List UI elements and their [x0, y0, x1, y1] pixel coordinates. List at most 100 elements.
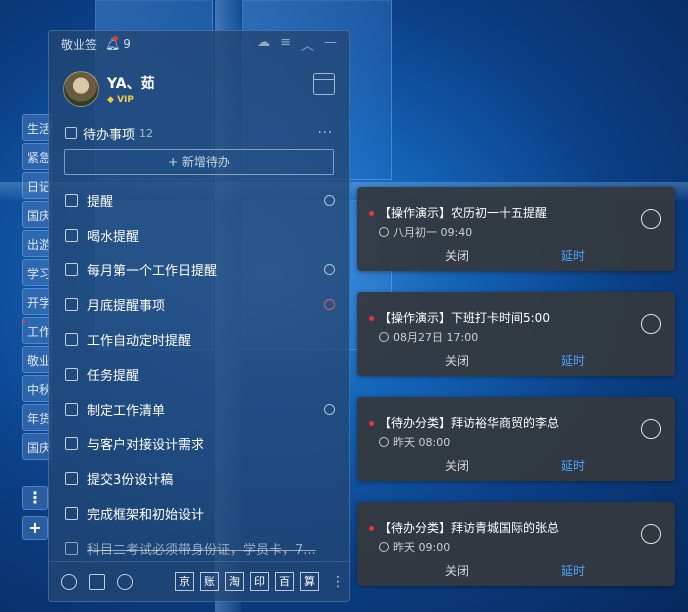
todo-item[interactable]: 每月第一个工作日提醒	[49, 253, 349, 288]
calendar-icon[interactable]	[313, 73, 335, 95]
reminder-time-text: 昨天 09:00	[393, 541, 451, 554]
reminder-card: 【待办分类】拜访裕华商贸的李总 昨天 08:00 关闭 延时	[357, 397, 675, 481]
todo-count: 12	[139, 126, 154, 140]
todo-item[interactable]: 与客户对接设计需求	[49, 427, 349, 462]
tool-baidu-button[interactable]: 百	[275, 572, 294, 591]
toolbar-more-button[interactable]: ⋮	[331, 574, 345, 590]
todo-item[interactable]: 喝水提醒	[49, 218, 349, 253]
todo-item[interactable]: 提醒	[49, 183, 349, 218]
todo-text: 喝水提醒	[87, 229, 140, 245]
reminder-time: 昨天 08:00	[379, 434, 450, 450]
quick-tools: 京 账 淘 印 百 算	[175, 572, 319, 591]
complete-circle-icon[interactable]	[641, 419, 661, 439]
search-icon[interactable]	[117, 573, 133, 590]
cloud-sync-icon[interactable]: ☁	[257, 35, 270, 54]
todo-text: 完成框架和初始设计	[87, 508, 205, 524]
todo-checkbox[interactable]	[65, 472, 78, 486]
todo-checkbox[interactable]	[65, 333, 78, 347]
notification-button[interactable]: 🔔︎ 9	[105, 36, 131, 51]
todo-checkbox[interactable]	[65, 263, 78, 277]
todo-item[interactable]: 完成框架和初始设计	[49, 496, 349, 531]
todo-checkbox[interactable]	[65, 437, 78, 451]
category-more-button[interactable]: ⋮	[22, 486, 48, 510]
vip-label: VIP	[117, 95, 134, 105]
menu-icon[interactable]: ≡	[280, 35, 291, 54]
todo-text: 提交3份设计稿	[87, 473, 174, 489]
reminder-time: 08月27日 17:00	[379, 329, 478, 345]
check-box-icon[interactable]	[89, 573, 105, 590]
priority-dot	[369, 211, 374, 216]
todo-checkbox[interactable]	[65, 541, 78, 555]
todo-item[interactable]: 提交3份设计稿	[49, 461, 349, 496]
todo-checkbox[interactable]	[65, 507, 78, 521]
repeat-icon	[379, 437, 389, 447]
reminder-card: 【待办分类】拜访青城国际的张总昨天 09:00 关闭 延时	[357, 502, 675, 586]
add-todo-button[interactable]: + 新增待办	[64, 149, 334, 175]
todo-widget: 敬业签 🔔︎ 9 ☁ ≡ ︿ — YA、茹 ◆ VIP 待办事项 12 ··· …	[48, 30, 350, 602]
reminder-time: 八月初一 09:40	[379, 224, 472, 240]
avatar[interactable]	[63, 71, 99, 107]
clock-icon[interactable]	[61, 573, 77, 590]
reminder-card: 【操作演示】下班打卡时间5:00 08月27日 17:00 关闭 延时	[357, 292, 675, 376]
app-title: 敬业签	[61, 37, 98, 52]
todo-checkbox[interactable]	[65, 298, 78, 312]
todo-item[interactable]: 制定工作清单	[49, 392, 349, 427]
vip-badge: ◆ VIP	[107, 95, 155, 105]
checklist-icon	[65, 127, 77, 139]
close-reminder-button[interactable]: 关闭	[445, 562, 469, 579]
todo-checkbox[interactable]	[65, 367, 78, 381]
diamond-icon: ◆	[107, 95, 114, 105]
reminder-time-text: 08月27日 17:00	[393, 331, 479, 344]
reminder-clock-icon	[324, 403, 335, 415]
reminder-clock-icon	[324, 194, 335, 206]
reminder-title: 【待办分类】拜访青城国际的张总	[369, 519, 559, 536]
title-bar: 敬业签 🔔︎ 9 ☁ ≡ ︿ —	[49, 31, 349, 57]
delay-reminder-button[interactable]: 延时	[561, 562, 585, 579]
reminder-title-text: 【操作演示】下班打卡时间5:00	[379, 311, 550, 325]
todo-list: 提醒喝水提醒每月第一个工作日提醒月底提醒事项 工作自动定时提醒 任务提醒制定工作清单…	[49, 183, 349, 566]
delay-reminder-button[interactable]: 延时	[561, 352, 585, 369]
todo-text: 制定工作清单	[87, 403, 166, 419]
minimize-icon[interactable]: —	[324, 35, 337, 54]
reminder-title-text: 【操作演示】农历初一十五提醒	[379, 206, 548, 220]
todo-checkbox[interactable]	[65, 402, 78, 416]
close-reminder-button[interactable]: 关闭	[445, 352, 469, 369]
notification-dot	[113, 36, 119, 41]
priority-dot	[369, 316, 374, 321]
reminder-card: 【操作演示】农历初一十五提醒八月初一 09:40 关闭 延时	[357, 187, 675, 271]
tool-calculator-button[interactable]: 算	[300, 572, 319, 591]
more-options-button[interactable]: ···	[318, 126, 333, 141]
todo-item[interactable]: 任务提醒	[49, 357, 349, 392]
notification-count: 9	[123, 37, 131, 51]
reminder-title-text: 【待办分类】拜访青城国际的张总	[379, 521, 560, 535]
todo-text: 科目二考试必须带身份证，学员卡，7...	[87, 542, 316, 558]
reminder-time-text: 八月初一 09:40	[393, 226, 473, 239]
todo-text: 提醒	[87, 194, 114, 210]
tool-print-button[interactable]: 印	[250, 572, 269, 591]
tool-taobao-button[interactable]: 淘	[225, 572, 244, 591]
delay-reminder-button[interactable]: 延时	[561, 457, 585, 474]
tool-account-button[interactable]: 账	[200, 572, 219, 591]
category-add-button[interactable]: +	[22, 516, 48, 540]
reminder-clock-icon	[324, 299, 335, 311]
profile-info: YA、茹 ◆ VIP	[107, 73, 155, 105]
tool-jd-button[interactable]: 京	[175, 572, 194, 591]
todo-checkbox[interactable]	[65, 228, 78, 242]
reminder-title: 【操作演示】农历初一十五提醒	[369, 204, 547, 221]
repeat-icon	[379, 332, 389, 342]
reminder-title: 【操作演示】下班打卡时间5:00	[369, 309, 550, 326]
complete-circle-icon[interactable]	[641, 314, 661, 334]
complete-circle-icon[interactable]	[641, 209, 661, 229]
delay-reminder-button[interactable]: 延时	[561, 247, 585, 264]
todo-item[interactable]: 月底提醒事项	[49, 287, 349, 322]
todo-text: 每月第一个工作日提醒	[87, 264, 218, 280]
todo-checkbox[interactable]	[65, 193, 78, 207]
todo-item[interactable]: 工作自动定时提醒	[49, 322, 349, 357]
collapse-icon[interactable]: ︿	[301, 35, 314, 54]
close-reminder-button[interactable]: 关闭	[445, 457, 469, 474]
complete-circle-icon[interactable]	[641, 524, 661, 544]
repeat-icon	[379, 542, 389, 552]
window-controls: ☁ ≡ ︿ —	[257, 35, 337, 54]
profile: YA、茹 ◆ VIP	[49, 57, 349, 121]
close-reminder-button[interactable]: 关闭	[445, 247, 469, 264]
